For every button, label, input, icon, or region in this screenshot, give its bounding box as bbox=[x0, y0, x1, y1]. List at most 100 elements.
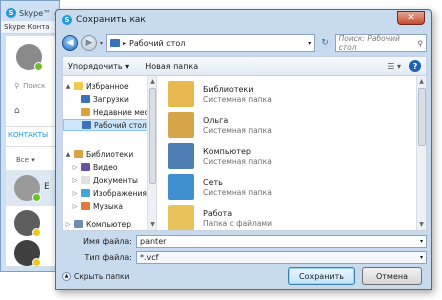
nav-item[interactable]: Недавние места bbox=[63, 106, 147, 118]
chevron-down-icon: ▾ bbox=[419, 253, 423, 261]
search-input[interactable]: Поиск: Рабочий стол ⚲ bbox=[334, 34, 427, 52]
nav-item[interactable]: Загрузки bbox=[63, 93, 147, 105]
dialog-title: Сохранить как bbox=[76, 15, 146, 25]
file-item[interactable]: Работа Папка с файлами bbox=[168, 204, 348, 230]
skype-search[interactable]: ⚲ Поиск bbox=[14, 82, 45, 90]
expand-arrow-icon[interactable]: ▲ bbox=[65, 83, 71, 90]
nav-item[interactable]: ▷ Изображения bbox=[63, 187, 147, 199]
expand-arrow-icon[interactable]: ▲ bbox=[65, 151, 71, 158]
computer-icon bbox=[168, 143, 194, 169]
contact-row-selected[interactable]: E bbox=[6, 170, 58, 206]
skype-menubar[interactable]: Skype Конта bbox=[1, 21, 59, 34]
contacts-tab[interactable]: КОНТАКТЫ bbox=[8, 131, 48, 139]
desktop-icon bbox=[110, 39, 121, 47]
file-name: Работа bbox=[203, 208, 233, 218]
expand-arrow-icon[interactable]: ▷ bbox=[72, 177, 78, 184]
file-type: Системная папка bbox=[203, 187, 272, 197]
folder-icon bbox=[74, 150, 83, 158]
folder-icon bbox=[81, 163, 90, 171]
folder-icon bbox=[74, 220, 83, 228]
nav-item[interactable]: ▷ Компьютер bbox=[63, 218, 147, 230]
expand-arrow-icon[interactable]: ▷ bbox=[65, 221, 71, 228]
file-item[interactable]: Ольга Системная папка bbox=[168, 111, 348, 139]
arrow-left-icon: ◀ bbox=[66, 38, 74, 48]
history-dropdown[interactable]: ▾ bbox=[100, 40, 103, 47]
nav-scrollbar[interactable]: ▲ ▼ bbox=[148, 76, 157, 230]
file-name: Компьютер bbox=[203, 146, 251, 156]
nav-item[interactable]: ▲ Библиотеки bbox=[63, 148, 147, 160]
toolbar: Упорядочить ▾ Новая папка ☰ ▾ ? bbox=[62, 56, 427, 76]
forward-button[interactable]: ▶ bbox=[81, 35, 97, 51]
help-icon[interactable]: ? bbox=[409, 60, 421, 72]
organize-button[interactable]: Упорядочить ▾ bbox=[68, 62, 129, 71]
folder-icon bbox=[81, 176, 90, 184]
file-item[interactable]: Компьютер Системная папка bbox=[168, 142, 348, 170]
filetype-label: Тип файла: bbox=[84, 252, 132, 262]
contact-avatar[interactable] bbox=[14, 240, 41, 266]
user-folder-icon bbox=[168, 112, 194, 138]
files-scrollbar[interactable]: ▲ ▼ bbox=[416, 76, 426, 230]
nav-item-label: Загрузки bbox=[93, 94, 129, 104]
view-options-icon[interactable]: ☰ ▾ bbox=[387, 62, 401, 71]
chevron-down-icon: ▾ bbox=[419, 237, 423, 245]
refresh-button[interactable]: ↻ bbox=[318, 34, 331, 52]
skype-titlebar: S Skype™ - panteraa bbox=[1, 1, 59, 21]
network-icon bbox=[168, 174, 194, 200]
nav-item-label: Документы bbox=[93, 175, 138, 185]
skype-pane: ⚲ Поиск ⌂ КОНТАКТЫ Все ▾ E bbox=[5, 35, 59, 267]
nav-item-label: Рабочий стол bbox=[94, 120, 147, 130]
search-icon: ⚲ bbox=[417, 38, 424, 48]
nav-item-label: Изображения bbox=[93, 188, 147, 198]
file-name: Библиотеки bbox=[203, 84, 254, 94]
folder-icon bbox=[81, 95, 90, 103]
file-item[interactable]: Библиотеки Системная папка bbox=[168, 80, 348, 108]
expand-arrow-icon[interactable]: ▷ bbox=[72, 164, 78, 171]
filetype-select[interactable]: *.vcf ▾ bbox=[136, 250, 427, 264]
back-button[interactable]: ◀ bbox=[62, 35, 78, 51]
file-type: Системная папка bbox=[203, 94, 272, 104]
skype-logo-icon: S bbox=[62, 15, 72, 25]
nav-item[interactable]: ▷ Документы bbox=[63, 174, 147, 186]
nav-item[interactable]: ▷ Видео bbox=[63, 161, 147, 173]
nav-item-label: Музыка bbox=[93, 201, 123, 211]
folder-icon bbox=[81, 202, 90, 210]
nav-item[interactable]: Рабочий стол bbox=[63, 119, 147, 131]
contact-name: E bbox=[44, 182, 50, 192]
profile-avatar[interactable] bbox=[16, 44, 43, 71]
filename-row: Имя файла: panter ▾ bbox=[62, 234, 427, 248]
save-form: Имя файла: panter ▾ Тип файла: *.vcf ▾ bbox=[62, 231, 427, 265]
filename-field[interactable]: panter ▾ bbox=[136, 234, 427, 248]
browser-pane: ▲ Избранное Загрузки Недавние места Рабочий … bbox=[62, 76, 427, 231]
nav-item-label: Библиотеки bbox=[86, 149, 134, 159]
file-name: Ольга bbox=[203, 115, 229, 125]
folder-icon bbox=[81, 189, 90, 197]
dialog-footer: ▲ Скрыть папки Сохранить Отмена bbox=[62, 265, 427, 287]
address-bar: ◀ ▶ ▾ ▸ Рабочий стол ▾ ↻ Поиск: Рабочий … bbox=[62, 32, 427, 54]
filter-dropdown[interactable]: Все ▾ bbox=[16, 156, 35, 164]
file-type: Системная папка bbox=[203, 125, 272, 135]
expand-arrow-icon[interactable]: ▷ bbox=[72, 203, 78, 210]
home-icon[interactable]: ⌂ bbox=[14, 106, 20, 116]
chevron-right-icon: ▸ bbox=[123, 39, 127, 47]
nav-item-label: Недавние места bbox=[93, 107, 147, 117]
dialog-titlebar: S Сохранить как bbox=[56, 10, 431, 30]
file-list: Библиотеки Системная папка Ольга Системная … bbox=[158, 76, 426, 230]
search-icon: ⚲ bbox=[14, 82, 20, 90]
arrow-right-icon: ▶ bbox=[85, 38, 93, 48]
file-type: Папка с файлами bbox=[203, 218, 272, 228]
nav-item[interactable]: ▲ Избранное bbox=[63, 80, 147, 92]
file-item[interactable]: Сеть Системная папка bbox=[168, 173, 348, 201]
nav-item[interactable]: ▷ Музыка bbox=[63, 200, 147, 212]
cancel-button[interactable]: Отмена bbox=[362, 267, 422, 285]
hide-folders-button[interactable]: ▲ Скрыть папки bbox=[62, 271, 129, 281]
chevron-down-icon[interactable]: ▾ bbox=[308, 40, 311, 47]
expand-arrow-icon[interactable]: ▷ bbox=[72, 190, 78, 197]
filename-label: Имя файла: bbox=[82, 236, 132, 246]
path-segment[interactable]: Рабочий стол bbox=[129, 39, 185, 48]
path-box[interactable]: ▸ Рабочий стол ▾ bbox=[106, 34, 316, 52]
save-button[interactable]: Сохранить bbox=[288, 267, 355, 285]
skype-logo-icon: S bbox=[6, 8, 16, 18]
contact-avatar[interactable] bbox=[14, 210, 41, 237]
new-folder-button[interactable]: Новая папка bbox=[145, 62, 198, 71]
close-button[interactable]: ✕ bbox=[397, 11, 425, 25]
